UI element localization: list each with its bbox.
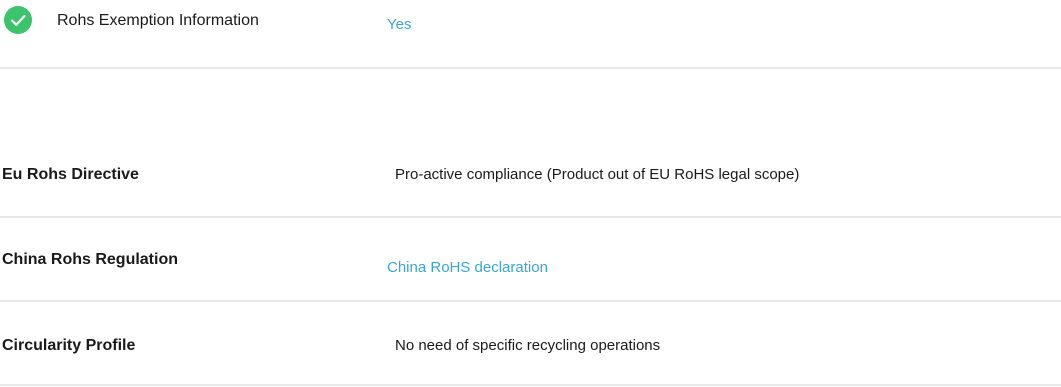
china-rohs-regulation-label: China Rohs Regulation [2,251,178,268]
rohs-exemption-value: Yes [387,16,412,33]
divider [0,67,1061,69]
eu-rohs-directive-value: Pro-active compliance (Product out of EU… [395,166,800,183]
divider [0,300,1061,302]
circularity-profile-label: Circularity Profile [2,337,136,354]
check-circle-icon [4,6,32,34]
rohs-exemption-label: Rohs Exemption Information [57,12,259,29]
eu-rohs-directive-label: Eu Rohs Directive [2,166,139,183]
divider [0,216,1061,218]
environmental-info-panel: Rohs Exemption Information Yes Eu Rohs D… [0,0,1061,387]
circularity-profile-value: No need of specific recycling operations [395,337,661,354]
rohs-exemption-row: Rohs Exemption Information Yes [0,0,1061,68]
china-rohs-declaration-link[interactable]: China RoHS declaration [387,259,548,276]
divider [0,384,1061,386]
